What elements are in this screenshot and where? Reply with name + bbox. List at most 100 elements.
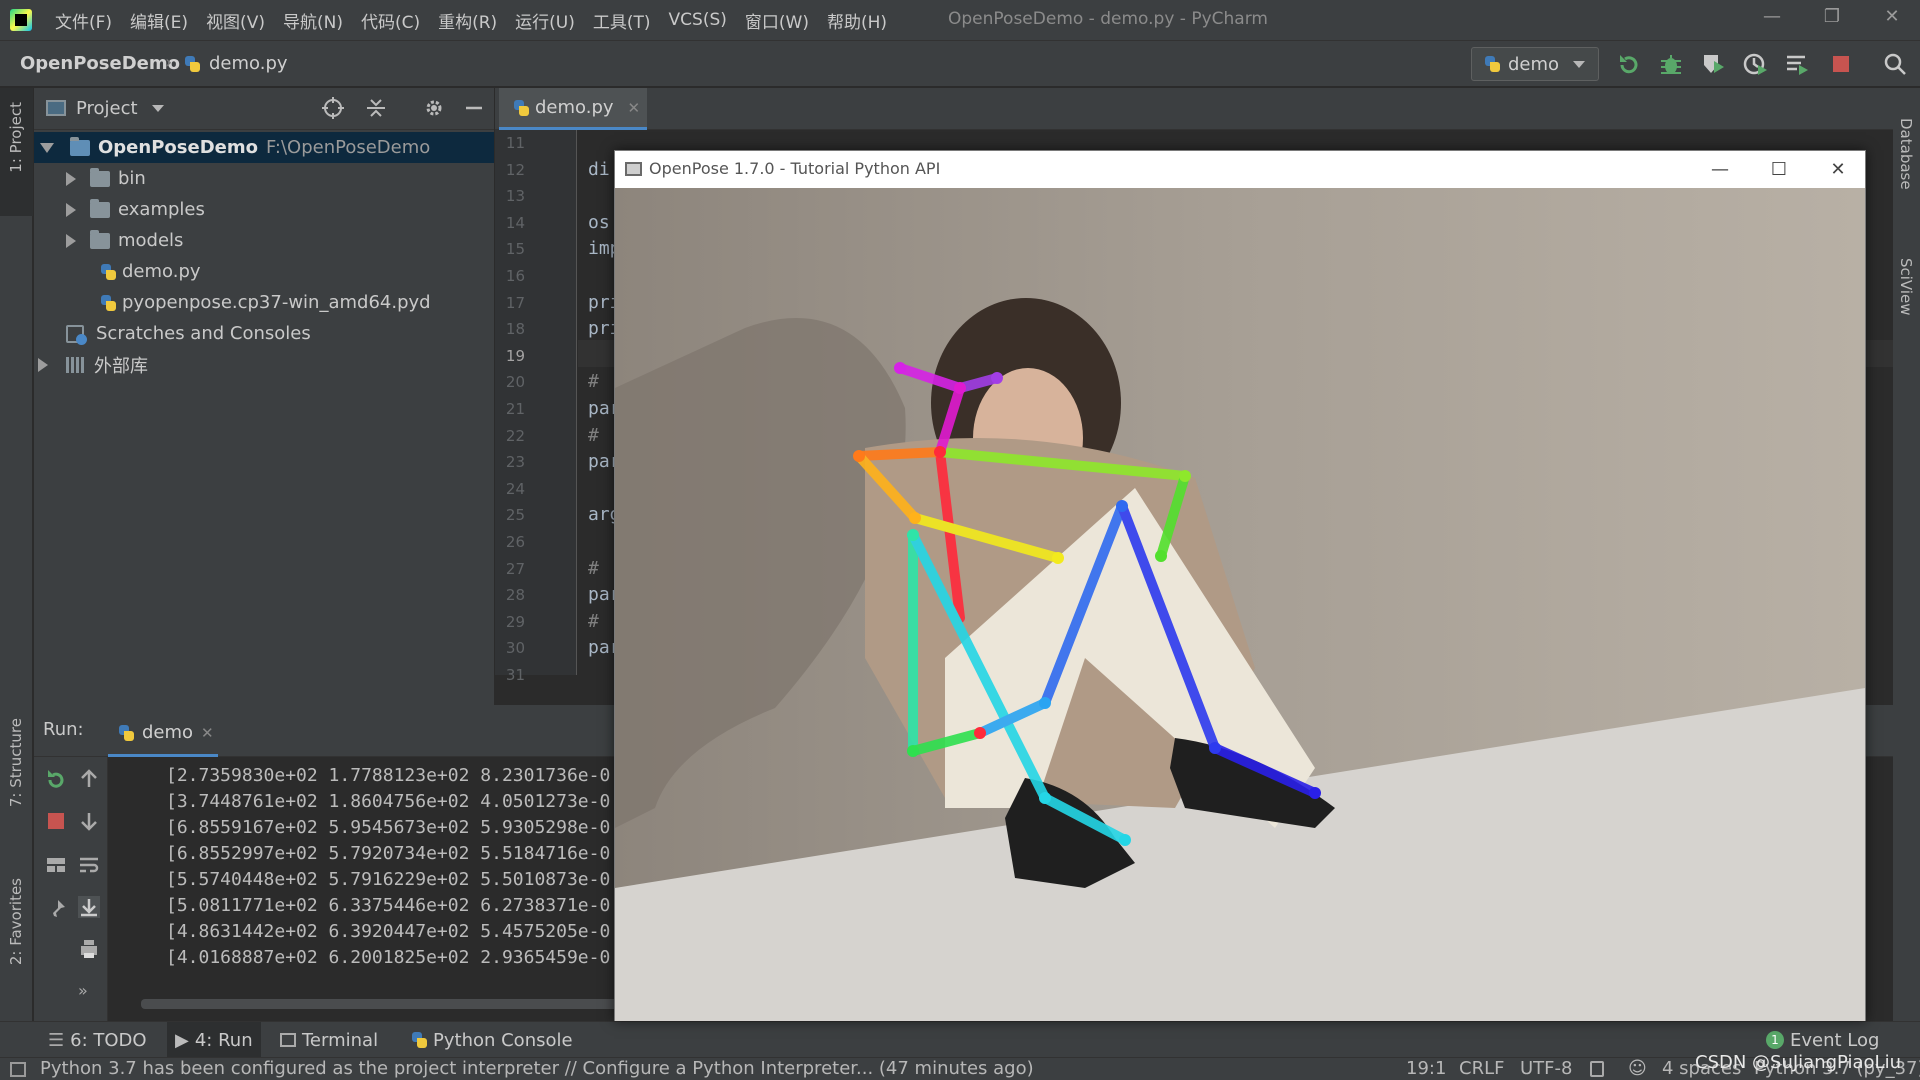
breadcrumb-file[interactable]: demo.py — [209, 53, 288, 74]
keypoint — [1116, 500, 1128, 512]
stop-icon[interactable] — [1828, 51, 1854, 77]
keypoint — [853, 450, 865, 462]
locate-file-icon[interactable] — [321, 96, 345, 120]
arrow-down-icon[interactable] — [77, 809, 101, 833]
tree-item-pyd[interactable]: pyopenpose.cp37-win_amd64.pyd — [34, 287, 494, 318]
breadcrumb-project[interactable]: OpenPoseDemo — [20, 53, 180, 74]
close-button[interactable]: ✕ — [1872, 6, 1912, 34]
menu-code[interactable]: 代码(C) — [352, 8, 429, 33]
menu-vcs[interactable]: VCS(S) — [660, 10, 736, 30]
line-number: 25 — [505, 506, 525, 525]
database-tool-button[interactable]: Database — [1897, 118, 1915, 190]
keypoint — [1155, 550, 1167, 562]
horizontal-scrollbar[interactable] — [141, 999, 661, 1009]
keypoint — [1119, 834, 1131, 846]
tree-item-demo-py[interactable]: demo.py — [34, 256, 494, 287]
python-icon — [1484, 55, 1500, 73]
window-title: OpenPoseDemo - demo.py - PyCharm — [948, 9, 1268, 29]
arrow-up-icon[interactable] — [77, 767, 101, 791]
hide-panel-icon[interactable] — [462, 96, 486, 120]
tree-item-scratches[interactable]: Scratches and Consoles — [34, 318, 494, 349]
menu-file[interactable]: 文件(F) — [46, 8, 121, 33]
menu-navigate[interactable]: 导航(N) — [274, 8, 352, 33]
tree-item-external-libraries[interactable]: 外部库 — [34, 349, 494, 380]
more-tools-icon[interactable]: » — [78, 981, 88, 1000]
openpose-window-title: OpenPose 1.7.0 - Tutorial Python API — [649, 159, 941, 178]
stop-icon[interactable] — [44, 809, 68, 833]
python-console-tool-button[interactable]: Python Console — [403, 1022, 581, 1058]
status-bar: Python 3.7 has been configured as the pr… — [0, 1052, 1920, 1080]
menu-refactor[interactable]: 重构(R) — [429, 8, 506, 33]
project-view-select[interactable]: Project — [76, 98, 138, 119]
minimize-button[interactable]: — — [1697, 155, 1743, 185]
console-line: [2.7359830e+02 1.7788123e+02 8.2301736e-… — [166, 765, 611, 786]
collapse-all-icon[interactable] — [364, 96, 388, 120]
expand-arrow-icon[interactable] — [66, 233, 76, 248]
maximize-button[interactable]: ☐ — [1756, 155, 1802, 185]
favorites-tool-button[interactable]: 2: Favorites — [7, 878, 25, 965]
sciview-tool-button[interactable]: SciView — [1897, 258, 1915, 316]
tree-item-models[interactable]: models — [34, 225, 494, 256]
tree-item-label: Scratches and Consoles — [96, 323, 311, 344]
line-separator[interactable]: CRLF — [1459, 1058, 1504, 1079]
menu-view[interactable]: 视图(V) — [197, 8, 274, 33]
openpose-titlebar[interactable]: OpenPose 1.7.0 - Tutorial Python API — ☐… — [615, 151, 1865, 188]
chevron-down-icon[interactable] — [152, 105, 164, 112]
line-number: 18 — [505, 320, 525, 339]
run-toolbar: » — [34, 757, 108, 1021]
toggle-tool-windows-icon[interactable] — [10, 1062, 26, 1077]
close-button[interactable]: ✕ — [1815, 155, 1861, 185]
minimize-button[interactable]: — — [1752, 6, 1792, 34]
tab-demo-py[interactable]: demo.py ✕ — [499, 88, 647, 130]
tree-item-bin[interactable]: bin — [34, 163, 494, 194]
menu-edit[interactable]: 编辑(E) — [121, 8, 197, 33]
line-number: 15 — [505, 240, 525, 259]
run-tab-demo[interactable]: demo ✕ — [108, 711, 218, 757]
run-configuration-select[interactable]: demo — [1471, 47, 1599, 81]
menu-tools[interactable]: 工具(T) — [584, 8, 660, 33]
lock-icon[interactable] — [1590, 1061, 1604, 1077]
line-number: 22 — [505, 426, 525, 445]
scroll-to-end-icon[interactable] — [77, 895, 101, 919]
rerun-icon[interactable] — [44, 767, 68, 791]
profile-icon[interactable] — [1742, 51, 1768, 77]
run-tasks-icon[interactable] — [1784, 51, 1810, 77]
file-encoding[interactable]: UTF-8 — [1520, 1058, 1572, 1079]
expand-arrow-icon[interactable] — [38, 357, 48, 372]
window-app-icon — [625, 162, 642, 176]
rerun-icon[interactable] — [1616, 51, 1642, 77]
status-message[interactable]: Python 3.7 has been configured as the pr… — [40, 1058, 1034, 1079]
caret-position[interactable]: 19:1 — [1406, 1058, 1446, 1079]
close-tab-icon[interactable]: ✕ — [628, 99, 641, 117]
menu-window[interactable]: 窗口(W) — [736, 8, 818, 33]
keypoint — [1052, 552, 1064, 564]
run-tool-button[interactable]: ▶ 4: Run — [167, 1022, 261, 1058]
inspector-icon[interactable]: ☺ — [1628, 1058, 1647, 1079]
expand-arrow-icon[interactable] — [66, 202, 76, 217]
layout-icon[interactable] — [44, 853, 68, 877]
debug-icon[interactable] — [1658, 51, 1684, 77]
tree-item-project-root[interactable]: OpenPoseDemo F:\OpenPoseDemo — [34, 132, 494, 163]
print-icon[interactable] — [77, 937, 101, 961]
event-log-label: Event Log — [1790, 1029, 1880, 1051]
coverage-icon[interactable] — [1700, 51, 1726, 77]
terminal-tool-button[interactable]: Terminal — [272, 1022, 386, 1058]
line-number-gutter: 11 12 13 14 15 16 17 18 19 20 21 22 23 24 25 26 27 28 29 30… — [495, 130, 577, 684]
line-number: 13 — [505, 187, 525, 206]
tree-item-examples[interactable]: examples — [34, 194, 494, 225]
restore-button[interactable]: ❐ — [1812, 6, 1852, 34]
todo-tool-button[interactable]: ☰ 6: TODO — [40, 1022, 155, 1058]
project-tool-window-button[interactable]: 1: Project — [0, 88, 33, 216]
structure-tool-button[interactable]: 7: Structure — [7, 718, 25, 807]
expand-arrow-icon[interactable] — [40, 142, 54, 153]
openpose-window[interactable]: OpenPose 1.7.0 - Tutorial Python API — ☐… — [614, 150, 1866, 1021]
soft-wrap-icon[interactable] — [77, 853, 101, 877]
tree-item-label: 外部库 — [94, 355, 148, 377]
expand-arrow-icon[interactable] — [66, 171, 76, 186]
pin-icon[interactable] — [44, 897, 68, 921]
menu-run[interactable]: 运行(U) — [506, 8, 584, 33]
close-tab-icon[interactable]: ✕ — [201, 724, 214, 742]
gear-icon[interactable] — [422, 96, 446, 120]
search-icon[interactable] — [1882, 51, 1908, 77]
menu-help[interactable]: 帮助(H) — [818, 8, 896, 33]
